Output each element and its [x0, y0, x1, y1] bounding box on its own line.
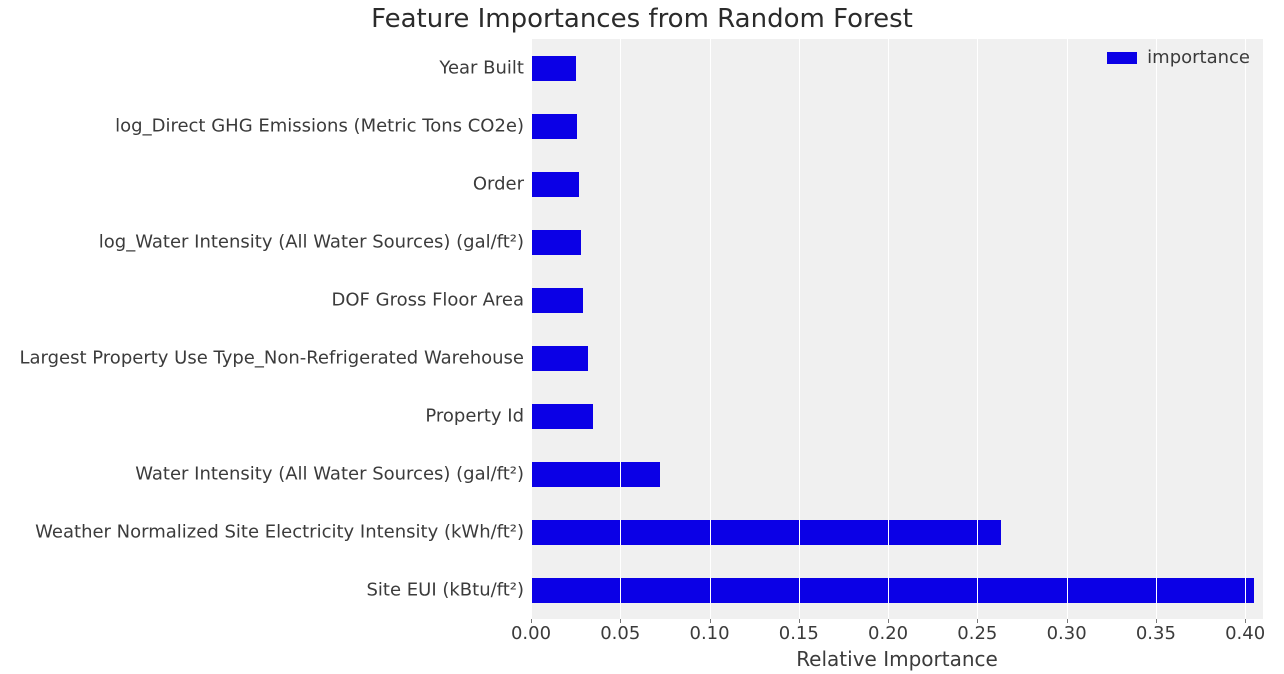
bar	[531, 56, 576, 81]
x-tick-mark	[888, 619, 889, 623]
bar	[531, 346, 588, 371]
legend: importance	[1107, 47, 1250, 68]
x-tick-label: 0.10	[689, 623, 729, 644]
x-tick-mark	[620, 619, 621, 623]
bar	[531, 288, 583, 313]
bar	[531, 462, 660, 487]
gridline	[710, 39, 711, 619]
x-tick-mark	[799, 619, 800, 623]
bar	[531, 230, 581, 255]
bar	[531, 520, 1001, 545]
bar	[531, 404, 593, 429]
gridline	[1245, 39, 1246, 619]
gridline	[1067, 39, 1068, 619]
x-tick-label: 0.40	[1225, 623, 1265, 644]
y-tick-label: Property Id	[425, 406, 524, 427]
gridline	[977, 39, 978, 619]
y-tick-label: log_Direct GHG Emissions (Metric Tons CO…	[115, 116, 524, 137]
x-tick-mark	[1067, 619, 1068, 623]
x-tick-mark	[710, 619, 711, 623]
gridline	[799, 39, 800, 619]
y-tick-label: Water Intensity (All Water Sources) (gal…	[135, 464, 524, 485]
x-tick-mark	[1156, 619, 1157, 623]
x-tick-mark	[531, 619, 532, 623]
legend-label: importance	[1147, 47, 1250, 68]
gridline	[1156, 39, 1157, 619]
y-tick-label: Year Built	[439, 58, 524, 79]
plot-area	[531, 39, 1263, 619]
legend-swatch	[1107, 52, 1137, 64]
y-tick-label: Weather Normalized Site Electricity Inte…	[35, 522, 524, 543]
chart-figure: Feature Importances from Random Forest i…	[0, 0, 1284, 674]
x-tick-label: 0.05	[600, 623, 640, 644]
gridline	[888, 39, 889, 619]
x-axis-label: Relative Importance	[796, 647, 998, 671]
y-tick-label: Site EUI (kBtu/ft²)	[367, 580, 525, 601]
gridline	[531, 39, 532, 619]
gridline	[620, 39, 621, 619]
bars-layer	[531, 39, 1263, 619]
y-tick-label: DOF Gross Floor Area	[332, 290, 524, 311]
x-tick-label: 0.35	[1136, 623, 1176, 644]
x-tick-mark	[1245, 619, 1246, 623]
x-tick-mark	[977, 619, 978, 623]
x-tick-label: 0.20	[868, 623, 908, 644]
y-tick-label: log_Water Intensity (All Water Sources) …	[99, 232, 524, 253]
x-tick-label: 0.00	[511, 623, 551, 644]
bar	[531, 114, 577, 139]
y-tick-label: Order	[473, 174, 524, 195]
y-tick-label: Largest Property Use Type_Non-Refrigerat…	[19, 348, 524, 369]
x-tick-label: 0.30	[1047, 623, 1087, 644]
chart-title: Feature Importances from Random Forest	[0, 4, 1284, 34]
bar	[531, 578, 1254, 603]
bar	[531, 172, 579, 197]
x-tick-label: 0.25	[957, 623, 997, 644]
x-tick-label: 0.15	[779, 623, 819, 644]
